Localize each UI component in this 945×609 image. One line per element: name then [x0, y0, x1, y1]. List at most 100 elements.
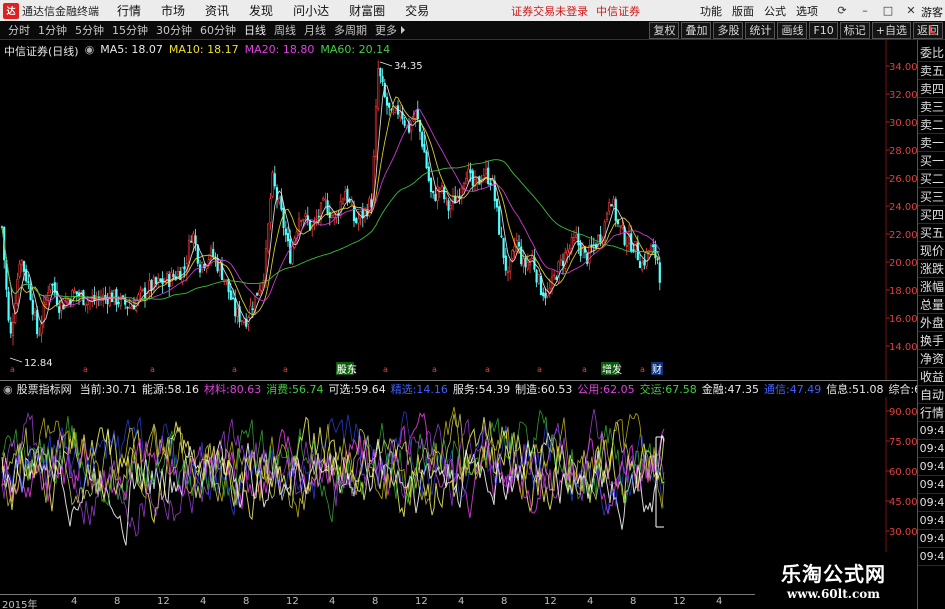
f10-button[interactable]: F10	[809, 22, 838, 39]
sidebar-item[interactable]: 自动	[918, 386, 945, 404]
sidebar-item[interactable]: 09:4	[918, 440, 945, 458]
menu-shichang[interactable]: 市场	[161, 2, 185, 19]
candle-body	[546, 291, 549, 297]
period-monthly[interactable]: 月线	[304, 22, 326, 38]
period-30min[interactable]: 30分钟	[156, 22, 192, 38]
menu-gongshi[interactable]: 公式	[764, 3, 786, 19]
sub-indicator-title[interactable]: 股票指标网	[17, 381, 72, 397]
chevron-right-icon[interactable]	[401, 26, 405, 34]
sub-axis-label: 30.00	[889, 527, 917, 538]
period-1min[interactable]: 1分钟	[38, 22, 67, 38]
event-label: 股东	[337, 363, 357, 376]
menu-caifuquan[interactable]: 财富圈	[349, 2, 385, 19]
sidebar-item[interactable]: 买一	[918, 152, 945, 170]
candle-body	[328, 212, 331, 218]
sidebar-item[interactable]: 卖三	[918, 98, 945, 116]
sidebar-item[interactable]: 买四	[918, 206, 945, 224]
candle-body	[75, 291, 78, 295]
period-fenshi[interactable]: 分时	[8, 22, 30, 38]
ma60-line	[1, 159, 660, 301]
candle-body	[256, 292, 259, 296]
period-60min[interactable]: 60分钟	[200, 22, 236, 38]
sidebar-item[interactable]: 净资	[918, 350, 945, 368]
login-notice[interactable]: 证券交易未登录	[511, 3, 588, 19]
settings-circle-icon[interactable]: ◉	[85, 43, 95, 59]
period-daily[interactable]: 日线	[244, 22, 266, 38]
settings-circle-icon[interactable]: ◉	[3, 383, 13, 396]
menu-jiaoyi[interactable]: 交易	[405, 2, 429, 19]
sidebar-item[interactable]: 涨幅	[918, 278, 945, 296]
sidebar-item[interactable]: 委比	[918, 44, 945, 62]
fuquan-button[interactable]: 复权	[649, 22, 680, 39]
sidebar-item[interactable]: 行情	[918, 404, 945, 422]
sidebar-item[interactable]: 09:4	[918, 512, 945, 530]
period-multi[interactable]: 多周期	[334, 22, 367, 38]
sidebar-item[interactable]: 涨跌	[918, 260, 945, 278]
menu-banmian[interactable]: 版面	[732, 3, 754, 19]
candle-body	[223, 278, 226, 282]
period-more[interactable]: 更多	[375, 22, 397, 38]
sidebar-item[interactable]: 外盘	[918, 314, 945, 332]
menu-zixun[interactable]: 资讯	[205, 2, 229, 19]
ma10-value: MA10: 18.17	[168, 43, 239, 56]
price-axis-label: 20.00	[889, 258, 917, 269]
menu-faxian[interactable]: 发现	[249, 2, 273, 19]
sidebar-item[interactable]: 卖四	[918, 80, 945, 98]
sidebar-item[interactable]: 总量	[918, 296, 945, 314]
sidebar-item[interactable]: 卖五	[918, 62, 945, 80]
menu-gongneng[interactable]: 功能	[700, 3, 722, 19]
add-watchlist-button[interactable]: +自选	[871, 22, 911, 39]
mark-button[interactable]: 标记	[839, 22, 870, 39]
sidebar-item[interactable]: 收益	[918, 368, 945, 386]
candle-body	[212, 249, 215, 257]
candle-body	[258, 289, 261, 296]
sub-item-label: 信息:	[826, 383, 852, 396]
candle-body	[403, 120, 406, 126]
sidebar-item[interactable]: 09:4	[918, 530, 945, 548]
candle-body	[154, 277, 158, 285]
draw-line-button[interactable]: 画线	[777, 22, 808, 39]
candle-body	[236, 307, 239, 317]
sidebar-item[interactable]: 卖一	[918, 134, 945, 152]
menu-wenxiaoda[interactable]: 问小达	[293, 2, 329, 19]
period-15min[interactable]: 15分钟	[112, 22, 148, 38]
sub-item-label: 消费:	[266, 383, 292, 396]
refresh-icon[interactable]: ⟳	[836, 4, 848, 17]
sidebar-item[interactable]: 09:4	[918, 422, 945, 440]
maximize-icon[interactable]: □	[882, 4, 894, 17]
sidebar-item[interactable]: 09:4	[918, 548, 945, 566]
sidebar-item[interactable]: 09:4	[918, 458, 945, 476]
stats-button[interactable]: 统计	[745, 22, 776, 39]
candle-body	[9, 321, 12, 334]
sidebar-item[interactable]: 09:4	[918, 476, 945, 494]
candle-body	[20, 260, 23, 266]
kline-canvas[interactable]: 34.00 32.00 30.00 28.00 26.00 24.00 22.00 20.00…	[0, 40, 917, 380]
candle-body	[333, 214, 336, 218]
sub-axis-label: 60.00	[889, 467, 917, 478]
candle-body	[588, 245, 591, 264]
sidebar-item[interactable]: 现价	[918, 242, 945, 260]
x-axis-tick: 4	[329, 596, 336, 607]
multi-stock-button[interactable]: 多股	[713, 22, 744, 39]
minimize-icon[interactable]: –	[859, 4, 871, 17]
menu-hangqing[interactable]: 行情	[117, 2, 141, 19]
sidebar-item[interactable]: 卖二	[918, 116, 945, 134]
menu-xuanxiang[interactable]: 选项	[796, 3, 818, 19]
sidebar-item[interactable]: 买三	[918, 188, 945, 206]
ma5-value: MA5: 18.07	[100, 43, 163, 56]
overlay-button[interactable]: 叠加	[681, 22, 712, 39]
guest-user[interactable]: 游客	[921, 4, 943, 20]
sidebar-item[interactable]: 买二	[918, 170, 945, 188]
candle-body	[260, 282, 263, 291]
kline-chart[interactable]: 34.00 32.00 30.00 28.00 26.00 24.00 22.00 20.00…	[0, 40, 917, 380]
period-5min[interactable]: 5分钟	[75, 22, 104, 38]
candle-body	[599, 234, 602, 243]
sidebar-item[interactable]: 买五	[918, 224, 945, 242]
close-icon[interactable]: ✕	[905, 4, 917, 17]
sidebar-item[interactable]: 09:4	[918, 494, 945, 512]
candle-body	[610, 204, 613, 207]
sidebar-top-label[interactable]: L	[918, 21, 945, 39]
candle-body	[355, 218, 358, 223]
sidebar-item[interactable]: 换手	[918, 332, 945, 350]
period-weekly[interactable]: 周线	[274, 22, 296, 38]
